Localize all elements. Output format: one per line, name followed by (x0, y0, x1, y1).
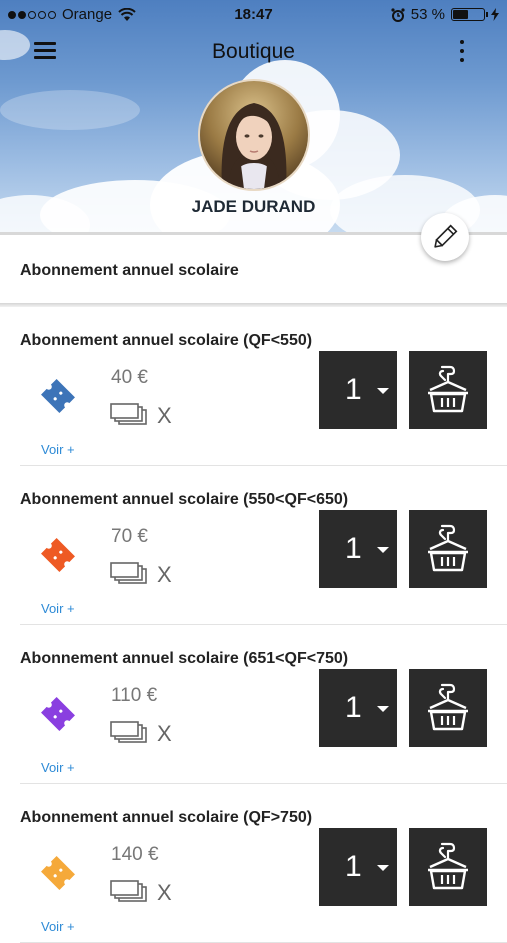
ticket-icon (41, 538, 75, 572)
more-vertical-icon[interactable] (458, 40, 466, 62)
quantity-value: 1 (345, 373, 362, 406)
edit-button[interactable] (421, 213, 469, 261)
see-more-link[interactable]: Voir + (41, 919, 75, 934)
tickets-stack-icon (110, 721, 147, 743)
add-to-cart-button[interactable] (409, 669, 487, 747)
product-item: Abonnement annuel scolaire (550<QF<650) … (0, 466, 507, 625)
chevron-down-icon (377, 706, 389, 712)
chevron-down-icon (377, 388, 389, 394)
ticket-count: X (157, 880, 172, 905)
quantity-select[interactable]: 1 (319, 669, 397, 747)
product-price: 140 € (111, 844, 159, 865)
ticket-icon (41, 697, 75, 731)
product-title: Abonnement annuel scolaire (651<QF<750) (20, 650, 349, 667)
battery-icon (451, 8, 488, 21)
tickets-stack-icon (110, 880, 147, 902)
chevron-down-icon (377, 865, 389, 871)
add-to-basket-icon (428, 683, 468, 731)
chevron-down-icon (377, 547, 389, 553)
add-to-cart-button[interactable] (409, 828, 487, 906)
product-item: Abonnement annuel scolaire (QF<550) 40 €… (0, 307, 507, 466)
page-title: Boutique (212, 40, 295, 63)
add-to-cart-button[interactable] (409, 510, 487, 588)
section-title: Abonnement annuel scolaire (20, 262, 239, 279)
quantity-select[interactable]: 1 (319, 351, 397, 429)
tickets-stack-icon (110, 403, 147, 425)
product-price: 110 € (111, 685, 158, 706)
add-to-basket-icon (428, 365, 468, 413)
see-more-link[interactable]: Voir + (41, 760, 75, 775)
add-to-basket-icon (428, 524, 468, 572)
product-item: Abonnement annuel scolaire (QF>750) 140 … (0, 784, 507, 943)
quantity-value: 1 (345, 691, 362, 724)
quantity-select[interactable]: 1 (319, 510, 397, 588)
product-title: Abonnement annuel scolaire (QF>750) (20, 809, 313, 826)
product-title: Abonnement annuel scolaire (QF<550) (20, 332, 313, 349)
ticket-count: X (157, 562, 172, 587)
alarm-icon (391, 7, 405, 22)
see-more-link[interactable]: Voir + (41, 601, 75, 616)
pencil-icon (434, 224, 458, 248)
ticket-icon (41, 856, 75, 890)
status-bar: Orange 18:47 53 % (0, 0, 507, 28)
product-title: Abonnement annuel scolaire (550<QF<650) (20, 491, 349, 508)
tickets-stack-icon (110, 562, 147, 584)
ticket-count: X (157, 721, 172, 746)
ticket-icon (41, 379, 75, 413)
quantity-select[interactable]: 1 (319, 828, 397, 906)
product-price: 70 € (111, 526, 148, 547)
quantity-value: 1 (345, 850, 362, 883)
avatar (198, 79, 310, 191)
product-price: 40 € (111, 367, 148, 388)
charging-icon (491, 8, 499, 21)
quantity-value: 1 (345, 532, 362, 565)
product-item: Abonnement annuel scolaire (651<QF<750) … (0, 625, 507, 784)
add-to-cart-button[interactable] (409, 351, 487, 429)
battery-percent: 53 % (410, 6, 445, 23)
add-to-basket-icon (428, 842, 468, 890)
ticket-count: X (157, 403, 172, 428)
see-more-link[interactable]: Voir + (41, 442, 75, 457)
